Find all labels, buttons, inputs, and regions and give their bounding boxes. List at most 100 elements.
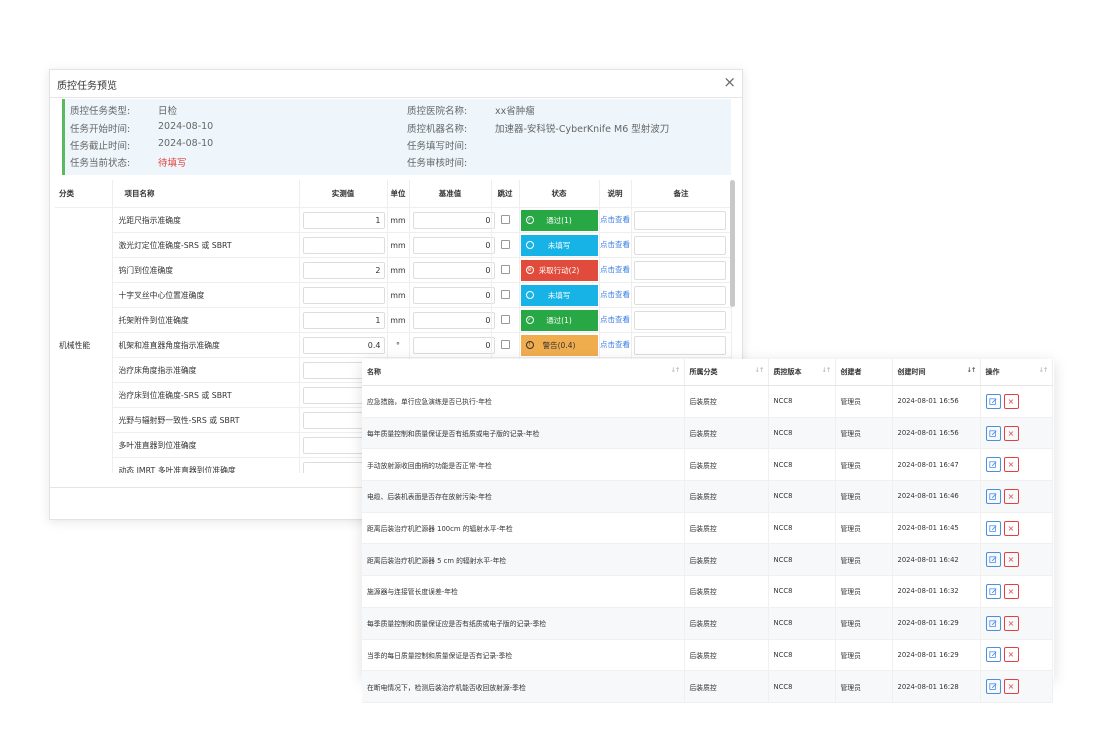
- view-link[interactable]: 点击查看: [600, 340, 631, 350]
- base-cell: 0: [409, 282, 495, 308]
- list-row: 当季的每日质量控制和质量保证是否有记录-季检 后装质控 NCC8 管理员 2024-08…: [362, 639, 1053, 672]
- unit-cell: mm: [387, 232, 410, 258]
- skip-cell: [491, 257, 520, 283]
- delete-button[interactable]: ×: [1003, 393, 1019, 409]
- list-item-created-time: 2024-08-01 16:32: [892, 575, 981, 608]
- sort-icon[interactable]: ↓↑: [671, 366, 681, 374]
- view-link[interactable]: 点击查看: [600, 315, 631, 325]
- delete-button[interactable]: ×: [1003, 583, 1019, 599]
- list-row: 电缆、后装机表面是否存在放射污染-年检 后装质控 NCC8 管理员 2024-08-01…: [362, 480, 1053, 513]
- list-item-creator: 管理员: [835, 575, 893, 608]
- measured-input[interactable]: 2: [302, 261, 385, 279]
- measured-input[interactable]: 1: [302, 311, 385, 329]
- remark-input[interactable]: [633, 335, 726, 355]
- status-badge: ✓ 通过(1): [520, 209, 598, 231]
- skip-checkbox[interactable]: [500, 264, 510, 274]
- edit-button[interactable]: [985, 488, 1001, 504]
- item-name: 激光灯定位准确度-SRS 或 SBRT: [112, 232, 300, 258]
- base-input[interactable]: 0: [412, 311, 495, 329]
- base-input[interactable]: 0: [412, 211, 495, 229]
- sort-icon[interactable]: ↓↑: [1039, 366, 1049, 374]
- measured-input[interactable]: [302, 236, 385, 254]
- edit-button[interactable]: [985, 583, 1001, 599]
- measured-input[interactable]: 1: [302, 211, 385, 229]
- list-item-version: NCC8: [768, 639, 836, 672]
- skip-checkbox[interactable]: [500, 239, 510, 249]
- base-input[interactable]: 0: [412, 236, 495, 254]
- base-input[interactable]: 0: [412, 286, 495, 304]
- view-link[interactable]: 点击查看: [600, 240, 631, 250]
- remark-input[interactable]: [633, 235, 726, 255]
- list-col-name[interactable]: 名称 ↓↑: [362, 359, 685, 386]
- edit-icon: [989, 556, 997, 564]
- delete-button[interactable]: ×: [1003, 457, 1019, 473]
- delete-button[interactable]: ×: [1003, 615, 1019, 631]
- list-item-created-time: 2024-08-01 16:28: [892, 670, 981, 703]
- edit-button[interactable]: [985, 552, 1001, 568]
- skip-checkbox[interactable]: [500, 314, 510, 324]
- edit-button[interactable]: [985, 520, 1001, 536]
- skip-cell: [491, 307, 520, 333]
- list-col-created-time[interactable]: 创建时间 ↓↑: [892, 359, 981, 386]
- list-col-category[interactable]: 所属分类 ↓↑: [684, 359, 769, 386]
- list-item-version: NCC8: [768, 480, 836, 513]
- list-item-name: 每季质量控制和质量保证应是否有纸质或电子版的记录-季检: [362, 607, 685, 640]
- task-info-panel: 质控任务类型: 日检 任务开始时间: 2024-08-10 任务截止时间: 20…: [62, 99, 731, 175]
- base-input[interactable]: 0: [412, 261, 495, 279]
- skip-checkbox[interactable]: [500, 339, 510, 349]
- edit-button[interactable]: [985, 393, 1001, 409]
- fill-time-row: 任务填写时间:: [407, 138, 467, 152]
- table-row: 十字叉丝中心位置准确度 mm 0 未填写 点击查看: [55, 282, 732, 308]
- delete-button[interactable]: ×: [1003, 488, 1019, 504]
- scrollbar[interactable]: [730, 180, 735, 307]
- view-link[interactable]: 点击查看: [600, 290, 631, 300]
- close-icon[interactable]: ×: [723, 72, 736, 92]
- status-cell: ✓ 通过(1): [519, 207, 600, 233]
- list-item-creator: 管理员: [835, 607, 893, 640]
- delete-button[interactable]: ×: [1003, 425, 1019, 441]
- edit-button[interactable]: [985, 647, 1001, 663]
- unit-cell: mm: [387, 307, 410, 333]
- delete-button[interactable]: ×: [1003, 679, 1019, 695]
- item-name: 动态 IMRT 多叶准直器到位准确度: [112, 457, 300, 473]
- edit-icon: [989, 651, 997, 659]
- description-cell: 点击查看: [599, 282, 632, 308]
- edit-button[interactable]: [985, 679, 1001, 695]
- col-measured: 实测值: [299, 180, 388, 208]
- item-name: 十字叉丝中心位置准确度: [112, 282, 300, 308]
- list-col-creator[interactable]: 创建者: [835, 359, 893, 386]
- skip-checkbox[interactable]: [500, 289, 510, 299]
- measured-input[interactable]: [302, 286, 385, 304]
- edit-button[interactable]: [985, 457, 1001, 473]
- sort-icon[interactable]: ↓↑: [967, 366, 977, 374]
- remark-input[interactable]: [633, 260, 726, 280]
- sort-icon[interactable]: ↓↑: [822, 366, 832, 374]
- delete-button[interactable]: ×: [1003, 552, 1019, 568]
- list-item-creator: 管理员: [835, 448, 893, 482]
- list-item-created-time: 2024-08-01 16:29: [892, 607, 981, 640]
- view-link[interactable]: 点击查看: [600, 215, 631, 225]
- list-col-version[interactable]: 质控版本 ↓↑: [768, 359, 836, 386]
- edit-button[interactable]: [985, 425, 1001, 441]
- view-link[interactable]: 点击查看: [600, 265, 631, 275]
- col-category: 分类: [55, 180, 113, 208]
- sort-icon[interactable]: ↓↑: [755, 366, 765, 374]
- description-cell: 点击查看: [599, 307, 632, 333]
- delete-button[interactable]: ×: [1003, 647, 1019, 663]
- edit-button[interactable]: [985, 615, 1001, 631]
- skip-checkbox[interactable]: [500, 214, 510, 224]
- base-input[interactable]: 0: [412, 336, 495, 354]
- remark-input[interactable]: [633, 285, 726, 305]
- remark-input[interactable]: [633, 210, 726, 230]
- remark-input[interactable]: [633, 310, 726, 330]
- status-icon: [525, 290, 534, 299]
- description-cell: 点击查看: [599, 232, 632, 258]
- base-cell: 0: [409, 257, 495, 283]
- measured-input[interactable]: 0.4: [302, 336, 385, 354]
- status-icon: ⊘: [525, 265, 534, 274]
- status-icon: [525, 240, 534, 249]
- delete-button[interactable]: ×: [1003, 520, 1019, 536]
- description-cell: 点击查看: [599, 257, 632, 283]
- list-item-version: NCC8: [768, 575, 836, 608]
- list-item-actions: ×: [980, 385, 1053, 418]
